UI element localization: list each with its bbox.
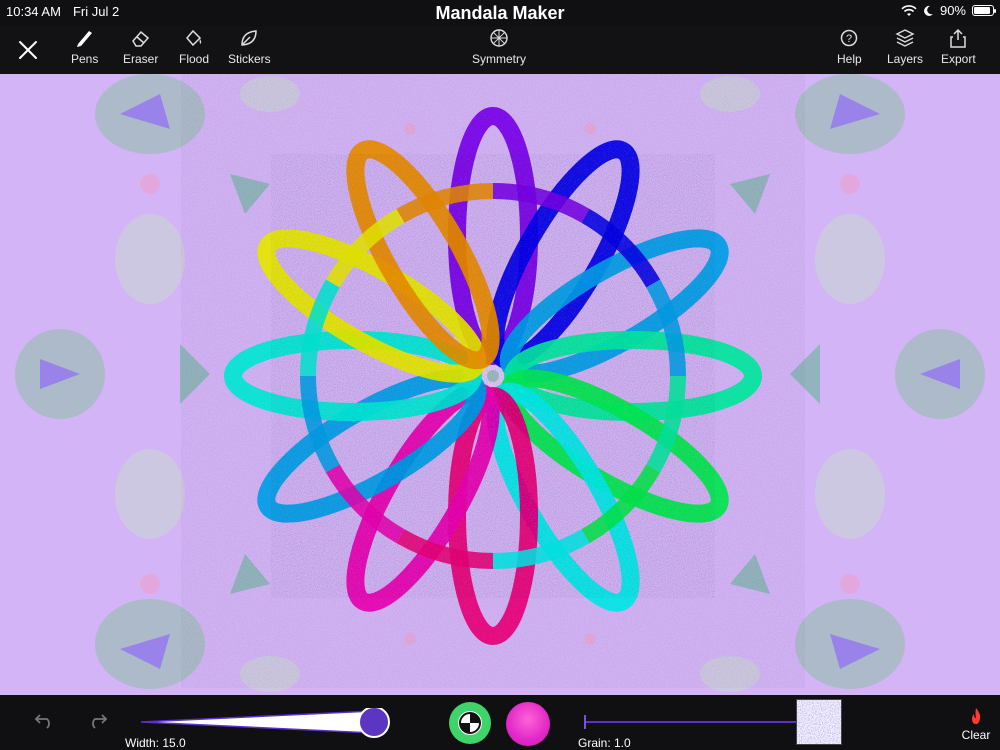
eraser-label: Eraser — [123, 52, 159, 66]
flood-label: Flood — [179, 52, 210, 66]
brush-texture-preview[interactable] — [796, 699, 842, 745]
close-icon[interactable] — [18, 40, 38, 60]
help-icon: ? — [841, 29, 858, 47]
flame-icon — [972, 708, 981, 724]
pen-icon — [76, 31, 92, 47]
grain-slider-thumb[interactable] — [584, 715, 586, 729]
symmetry-button[interactable]: Symmetry — [472, 28, 526, 66]
symmetry-icon — [490, 29, 508, 47]
eraser-button[interactable]: Eraser — [123, 28, 158, 66]
paint-bucket-icon — [186, 29, 202, 47]
flood-button[interactable]: Flood — [179, 28, 209, 66]
mandala-artwork — [15, 74, 985, 692]
battery-icon — [972, 5, 996, 16]
swap-colors-button[interactable] — [449, 702, 491, 744]
share-icon — [950, 28, 967, 48]
symmetry-label: Symmetry — [472, 52, 526, 66]
pens-label: Pens — [71, 52, 99, 66]
help-button[interactable]: ? Help — [837, 28, 862, 66]
status-bar: 10:34 AM Fri Jul 2 Mandala Maker 90% — [0, 0, 1000, 26]
swap-icon — [458, 711, 482, 735]
app-title: Mandala Maker — [435, 3, 565, 23]
redo-icon[interactable] — [86, 711, 108, 729]
clear-button[interactable]: Clear — [958, 707, 994, 742]
toolbar: Pens Eraser Flood Stickers Symmetry ? He… — [0, 26, 1000, 74]
grain-label: Grain: 1.0 — [578, 736, 631, 750]
status-right: 90% — [901, 3, 996, 18]
layers-button[interactable]: Layers — [887, 28, 923, 66]
clear-label: Clear — [961, 728, 991, 742]
undo-icon[interactable] — [34, 711, 56, 729]
help-label: Help — [837, 52, 862, 66]
leaf-icon — [241, 30, 258, 46]
pens-button[interactable]: Pens — [71, 28, 98, 66]
battery-level — [974, 7, 990, 14]
svg-text:?: ? — [846, 33, 852, 45]
current-color-button[interactable] — [506, 702, 550, 746]
moon-icon — [924, 5, 933, 16]
width-slider-thumb[interactable] — [358, 708, 390, 738]
drawing-canvas[interactable] — [0, 74, 1000, 695]
width-label: Width: 15.0 — [125, 736, 186, 750]
grain-slider[interactable] — [584, 712, 799, 732]
layers-label: Layers — [887, 52, 924, 66]
grain-slider-track — [584, 721, 799, 723]
export-label: Export — [941, 52, 976, 66]
stickers-button[interactable]: Stickers — [228, 28, 271, 66]
stickers-label: Stickers — [228, 52, 271, 66]
layers-icon — [895, 29, 915, 47]
wifi-icon — [901, 4, 917, 16]
brush-texture-icon — [799, 702, 839, 742]
eraser-icon — [131, 30, 149, 47]
battery-percent: 90% — [939, 3, 966, 18]
export-button[interactable]: Export — [941, 28, 976, 66]
mandala-maker-app: 10:34 AM Fri Jul 2 Mandala Maker 90% Pen… — [0, 0, 1000, 750]
